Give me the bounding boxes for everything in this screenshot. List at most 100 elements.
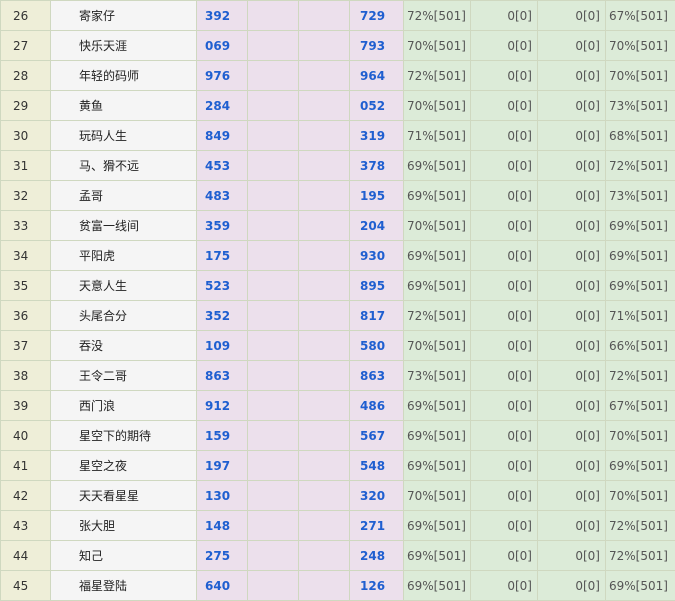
empty-cell bbox=[247, 90, 299, 121]
rate-b-cell: 70%[501] bbox=[605, 480, 675, 511]
value-a-cell: 976 bbox=[196, 60, 248, 91]
rank-cell: 33 bbox=[0, 210, 51, 241]
zero-b-cell: 0[0] bbox=[537, 210, 606, 241]
table-row: 30 玩码人生 849 319 71%[501] 0[0] 0[0] 68%[501] bbox=[0, 120, 675, 151]
value-a-cell: 148 bbox=[196, 510, 248, 541]
zero-b-cell: 0[0] bbox=[537, 360, 606, 391]
zero-b-cell: 0[0] bbox=[537, 180, 606, 211]
ranking-table: 26 寄家仔 392 729 72%[501] 0[0] 0[0] 67%[501] 27 快乐天… bbox=[0, 0, 675, 601]
value-a-cell: 359 bbox=[196, 210, 248, 241]
table-row: 40 星空下的期待 159 567 69%[501] 0[0] 0[0] 70%[501] bbox=[0, 420, 675, 451]
empty-cell bbox=[298, 180, 350, 211]
value-a-cell: 069 bbox=[196, 30, 248, 61]
zero-a-cell: 0[0] bbox=[470, 60, 538, 91]
rank-cell: 39 bbox=[0, 390, 51, 421]
player-name-cell: 马、猾不远 bbox=[50, 150, 197, 181]
table-row: 44 知己 275 248 69%[501] 0[0] 0[0] 72%[501] bbox=[0, 540, 675, 571]
table-row: 41 星空之夜 197 548 69%[501] 0[0] 0[0] 69%[501] bbox=[0, 450, 675, 481]
value-a-cell: 352 bbox=[196, 300, 248, 331]
zero-b-cell: 0[0] bbox=[537, 330, 606, 361]
value-a-cell: 275 bbox=[196, 540, 248, 571]
player-name-cell: 西门浪 bbox=[50, 390, 197, 421]
zero-b-cell: 0[0] bbox=[537, 480, 606, 511]
rank-cell: 35 bbox=[0, 270, 51, 301]
rate-b-cell: 72%[501] bbox=[605, 540, 675, 571]
empty-cell bbox=[247, 570, 299, 601]
rate-a-cell: 69%[501] bbox=[403, 420, 471, 451]
rate-a-cell: 73%[501] bbox=[403, 360, 471, 391]
empty-cell bbox=[247, 270, 299, 301]
zero-a-cell: 0[0] bbox=[470, 450, 538, 481]
rank-cell: 43 bbox=[0, 510, 51, 541]
rate-b-cell: 66%[501] bbox=[605, 330, 675, 361]
rate-b-cell: 71%[501] bbox=[605, 300, 675, 331]
player-name-cell: 玩码人生 bbox=[50, 120, 197, 151]
empty-cell bbox=[298, 60, 350, 91]
zero-b-cell: 0[0] bbox=[537, 300, 606, 331]
player-name-cell: 快乐天涯 bbox=[50, 30, 197, 61]
empty-cell bbox=[247, 120, 299, 151]
player-name-cell: 王令二哥 bbox=[50, 360, 197, 391]
rank-cell: 42 bbox=[0, 480, 51, 511]
rate-b-cell: 67%[501] bbox=[605, 390, 675, 421]
empty-cell bbox=[298, 0, 350, 31]
zero-a-cell: 0[0] bbox=[470, 0, 538, 31]
zero-b-cell: 0[0] bbox=[537, 30, 606, 61]
rate-b-cell: 72%[501] bbox=[605, 360, 675, 391]
zero-a-cell: 0[0] bbox=[470, 30, 538, 61]
rank-cell: 28 bbox=[0, 60, 51, 91]
zero-a-cell: 0[0] bbox=[470, 390, 538, 421]
table-row: 27 快乐天涯 069 793 70%[501] 0[0] 0[0] 70%[501] bbox=[0, 30, 675, 61]
zero-b-cell: 0[0] bbox=[537, 270, 606, 301]
ranking-table-body: 26 寄家仔 392 729 72%[501] 0[0] 0[0] 67%[501] 27 快乐天… bbox=[0, 0, 675, 601]
rank-cell: 36 bbox=[0, 300, 51, 331]
empty-cell bbox=[247, 300, 299, 331]
rank-cell: 26 bbox=[0, 0, 51, 31]
value-a-cell: 849 bbox=[196, 120, 248, 151]
rate-a-cell: 69%[501] bbox=[403, 450, 471, 481]
value-b-cell: 580 bbox=[349, 330, 404, 361]
empty-cell bbox=[298, 570, 350, 601]
empty-cell bbox=[247, 210, 299, 241]
zero-a-cell: 0[0] bbox=[470, 90, 538, 121]
player-name-cell: 星空下的期待 bbox=[50, 420, 197, 451]
empty-cell bbox=[247, 390, 299, 421]
rate-b-cell: 70%[501] bbox=[605, 420, 675, 451]
zero-a-cell: 0[0] bbox=[470, 300, 538, 331]
empty-cell bbox=[298, 390, 350, 421]
player-name-cell: 年轻的码师 bbox=[50, 60, 197, 91]
rank-cell: 34 bbox=[0, 240, 51, 271]
table-row: 38 王令二哥 863 863 73%[501] 0[0] 0[0] 72%[501] bbox=[0, 360, 675, 391]
empty-cell bbox=[247, 150, 299, 181]
rate-b-cell: 69%[501] bbox=[605, 240, 675, 271]
rate-a-cell: 71%[501] bbox=[403, 120, 471, 151]
value-a-cell: 159 bbox=[196, 420, 248, 451]
zero-a-cell: 0[0] bbox=[470, 510, 538, 541]
rank-cell: 41 bbox=[0, 450, 51, 481]
rate-b-cell: 69%[501] bbox=[605, 450, 675, 481]
rate-a-cell: 72%[501] bbox=[403, 300, 471, 331]
empty-cell bbox=[247, 360, 299, 391]
rate-a-cell: 70%[501] bbox=[403, 210, 471, 241]
zero-b-cell: 0[0] bbox=[537, 570, 606, 601]
empty-cell bbox=[298, 90, 350, 121]
value-a-cell: 284 bbox=[196, 90, 248, 121]
zero-b-cell: 0[0] bbox=[537, 90, 606, 121]
zero-a-cell: 0[0] bbox=[470, 120, 538, 151]
rate-a-cell: 69%[501] bbox=[403, 540, 471, 571]
rate-b-cell: 70%[501] bbox=[605, 60, 675, 91]
table-row: 35 天意人生 523 895 69%[501] 0[0] 0[0] 69%[501] bbox=[0, 270, 675, 301]
value-b-cell: 793 bbox=[349, 30, 404, 61]
value-b-cell: 548 bbox=[349, 450, 404, 481]
zero-a-cell: 0[0] bbox=[470, 420, 538, 451]
value-b-cell: 195 bbox=[349, 180, 404, 211]
empty-cell bbox=[298, 540, 350, 571]
zero-a-cell: 0[0] bbox=[470, 150, 538, 181]
zero-b-cell: 0[0] bbox=[537, 150, 606, 181]
table-row: 31 马、猾不远 453 378 69%[501] 0[0] 0[0] 72%[501] bbox=[0, 150, 675, 181]
zero-a-cell: 0[0] bbox=[470, 360, 538, 391]
table-row: 39 西门浪 912 486 69%[501] 0[0] 0[0] 67%[501] bbox=[0, 390, 675, 421]
table-row: 32 孟哥 483 195 69%[501] 0[0] 0[0] 73%[501] bbox=[0, 180, 675, 211]
value-b-cell: 567 bbox=[349, 420, 404, 451]
value-b-cell: 271 bbox=[349, 510, 404, 541]
